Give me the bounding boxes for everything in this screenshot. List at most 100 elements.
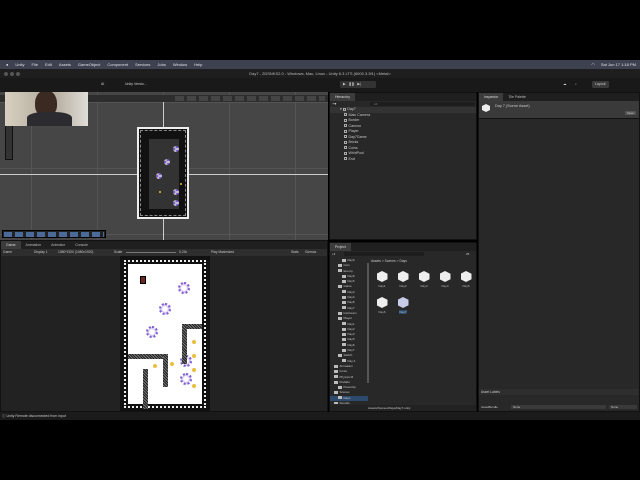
- scene-asset[interactable]: Day3: [417, 271, 431, 288]
- folder-icon: [342, 359, 346, 363]
- zoom-window-button[interactable]: [16, 71, 20, 76]
- gizmos-dropdown[interactable]: Gizmos: [305, 249, 316, 256]
- scale-slider[interactable]: [126, 252, 176, 253]
- scene-asset[interactable]: Day4: [438, 271, 452, 288]
- person-body: [27, 112, 72, 126]
- folder-icon: [338, 285, 342, 289]
- breadcrumb-scenes[interactable]: Scenes: [385, 259, 396, 263]
- scene-view-options[interactable]: [175, 96, 325, 101]
- menu-edit[interactable]: Edit: [45, 62, 52, 67]
- add-object-button[interactable]: +▾: [332, 101, 336, 106]
- gameobject-icon: [344, 157, 347, 161]
- unity-scene-icon: [439, 271, 451, 282]
- menu-gameobject[interactable]: GameObject: [78, 62, 100, 67]
- bottom-tabs: Game Animation Animator Console: [1, 241, 327, 249]
- cloud-icon[interactable]: ☁: [560, 81, 570, 88]
- tilemap-tools-overlay[interactable]: [2, 230, 106, 238]
- scene-view[interactable]: [0, 92, 328, 240]
- asset-bundle-label: AssetBundle: [481, 405, 498, 409]
- folder-icon: [338, 316, 342, 320]
- scene-asset[interactable]: Day6: [375, 297, 389, 314]
- tab-console[interactable]: Console: [70, 241, 93, 249]
- ai-button[interactable]: AI: [98, 81, 107, 88]
- hierarchy-panel: Hierarchy +▾ All ▾ Day7 Main Camera Borde…: [329, 92, 477, 240]
- play-button[interactable]: ▶: [343, 82, 346, 86]
- clock[interactable]: Sat Jun 17 1:18 PM: [601, 62, 636, 67]
- gameobject-icon: [344, 146, 347, 150]
- create-asset-button[interactable]: +▾: [332, 252, 335, 256]
- menu-file[interactable]: File: [32, 62, 38, 67]
- menu-unity[interactable]: Unity: [15, 62, 24, 67]
- folder-icon: [342, 301, 346, 305]
- unity-scene-icon: [376, 297, 388, 308]
- close-window-button[interactable]: [4, 71, 8, 76]
- tab-animation[interactable]: Animation: [21, 241, 47, 249]
- tab-hierarchy[interactable]: Hierarchy: [330, 93, 355, 101]
- breadcrumb-assets[interactable]: Assets: [371, 259, 381, 263]
- folder-icon: [338, 385, 342, 389]
- folder-icon: [342, 258, 346, 262]
- folder-icon: [334, 364, 338, 368]
- tab-inspector[interactable]: Inspector: [479, 93, 504, 101]
- folder-icon: [334, 369, 338, 373]
- gameobject-icon: [344, 124, 347, 128]
- scene-asset[interactable]: Day7: [396, 297, 410, 314]
- asset-bundle-dropdown[interactable]: None: [511, 405, 606, 409]
- tool-palette[interactable]: [5, 122, 13, 160]
- scene-asset[interactable]: Day2: [396, 271, 410, 288]
- folder-icon: [334, 401, 338, 404]
- play-controls: ▶ ❚❚ ▶|: [340, 81, 376, 88]
- tab-animator[interactable]: Animator: [46, 241, 70, 249]
- menu-help[interactable]: Help: [194, 62, 202, 67]
- hierarchy-search-input[interactable]: All: [370, 102, 475, 106]
- tab-project[interactable]: Project: [330, 243, 351, 251]
- folder-icon: [334, 391, 338, 395]
- unity-scene-icon: [397, 297, 409, 308]
- menu-component[interactable]: Component: [107, 62, 128, 67]
- inspector-header: Day 7 (Scene Asset) Open: [479, 101, 639, 119]
- folder-icon: [342, 332, 346, 336]
- asset-variant-dropdown[interactable]: None: [609, 405, 637, 409]
- scene-level-preview: [137, 127, 189, 219]
- pause-button[interactable]: ❚❚: [349, 82, 355, 86]
- main-toolbar: AI Unity Versio... ▶ ❚❚ ▶| ☁ ⌕ Layout: [0, 78, 640, 92]
- game-viewport[interactable]: [120, 256, 210, 412]
- scene-asset[interactable]: Day1: [375, 271, 389, 288]
- project-folder[interactable]: Sounds: [330, 401, 368, 404]
- open-button[interactable]: Open: [625, 111, 637, 115]
- folder-icon: [338, 264, 342, 267]
- stats-button[interactable]: Stats: [291, 249, 299, 256]
- layout-dropdown[interactable]: Layout: [592, 81, 609, 88]
- tab-game[interactable]: Game: [1, 241, 21, 249]
- search-icon[interactable]: ⌕: [572, 81, 580, 88]
- scene-asset[interactable]: Day5: [459, 271, 473, 288]
- play-mode-dropdown[interactable]: Play Maximized: [211, 249, 234, 256]
- breadcrumb-days[interactable]: Days: [399, 259, 407, 263]
- display-dropdown[interactable]: Display 1: [34, 249, 48, 256]
- apple-icon[interactable]: ●: [6, 62, 8, 67]
- menu-assets[interactable]: Assets: [59, 62, 71, 67]
- gameobject-icon: [344, 151, 347, 155]
- project-search-input[interactable]: [344, 252, 424, 256]
- mac-menubar: ● Unity File Edit Assets GameObject Comp…: [0, 60, 640, 69]
- game-mode-dropdown[interactable]: Game: [3, 249, 12, 256]
- step-button[interactable]: ▶|: [357, 82, 361, 86]
- gameobject-icon: [344, 113, 347, 117]
- menu-jobs[interactable]: Jobs: [157, 62, 165, 67]
- unity-version-button[interactable]: Unity Versio...: [122, 81, 150, 88]
- minimize-window-button[interactable]: [10, 71, 14, 76]
- tab-tile-palette[interactable]: Tile Palette: [503, 93, 530, 101]
- menu-window[interactable]: Window: [173, 62, 187, 67]
- folder-icon: [342, 327, 346, 331]
- hierarchy-list: Main Camera Border Cannon Player Day7Game Bri…: [330, 113, 476, 163]
- wifi-icon[interactable]: ◠: [591, 62, 595, 67]
- folder-icon: [342, 338, 346, 342]
- resolution-dropdown[interactable]: 1080*1920 (1080x1920): [58, 249, 93, 256]
- inspector-panel: Inspector Tile Palette Day 7 (Scene Asse…: [478, 92, 640, 412]
- menu-services[interactable]: Services: [135, 62, 150, 67]
- folder-icon: [338, 396, 342, 400]
- tree-scrollbar[interactable]: [367, 263, 369, 383]
- status-message[interactable]: Unity Remote disconnected from input: [6, 414, 65, 418]
- folder-icon: [334, 380, 338, 384]
- hierarchy-item[interactable]: End: [330, 157, 476, 163]
